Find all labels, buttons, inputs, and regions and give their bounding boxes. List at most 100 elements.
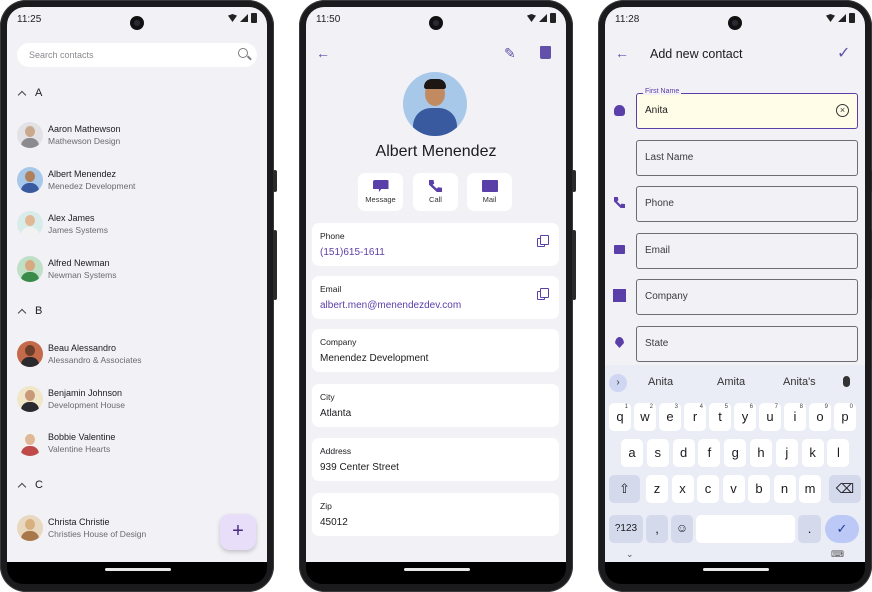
key-u[interactable]: u7 <box>759 403 781 431</box>
contact-item[interactable]: Beau Alessandro Alessandro & Associates <box>17 341 257 371</box>
shift-key[interactable]: ⇧ <box>609 475 640 503</box>
home-indicator[interactable] <box>404 568 470 571</box>
key-h[interactable]: h <box>750 439 772 467</box>
key-y[interactable]: y6 <box>734 403 756 431</box>
contact-company: Alessandro & Associates <box>48 355 142 365</box>
key-c[interactable]: c <box>697 475 719 503</box>
email-field[interactable]: Email <box>636 233 858 269</box>
message-button[interactable]: Message <box>358 173 403 211</box>
camera-cutout <box>429 16 443 30</box>
section-header-a[interactable]: A <box>17 87 42 99</box>
add-contact-screen: 11:28 ← Add new contact ✓ First Name Ani… <box>605 7 865 562</box>
copy-icon[interactable] <box>537 288 549 300</box>
key-o[interactable]: o9 <box>809 403 831 431</box>
contact-company: James Systems <box>48 225 108 235</box>
delete-icon[interactable] <box>540 46 551 59</box>
key-q[interactable]: q1 <box>609 403 631 431</box>
key-z[interactable]: z <box>646 475 668 503</box>
key-p[interactable]: p0 <box>834 403 856 431</box>
search-icon[interactable] <box>238 48 248 58</box>
expand-toolbar-icon[interactable]: › <box>609 374 627 392</box>
key-a[interactable]: a <box>621 439 643 467</box>
edit-icon[interactable]: ✎ <box>504 45 516 62</box>
email-value[interactable]: albert.men@menendezdev.com <box>320 300 461 311</box>
contact-item[interactable]: Bobbie Valentine Valentine Hearts <box>17 430 257 460</box>
key-k[interactable]: k <box>801 439 824 467</box>
suggestion-3[interactable]: Anita's <box>783 376 816 388</box>
key-n[interactable]: n <box>773 475 796 503</box>
symbols-key[interactable]: ?123 <box>609 515 643 543</box>
key-hint: 7 <box>774 404 778 410</box>
detail-label: Zip <box>320 501 332 511</box>
email-card[interactable]: Email albert.men@menendezdev.com <box>312 276 559 319</box>
key-hint: 9 <box>824 404 828 410</box>
contact-item[interactable]: Aaron Mathewson Mathewson Design <box>17 122 257 152</box>
contact-item[interactable]: Alfred Newman Newman Systems <box>17 256 257 286</box>
avatar <box>17 386 43 412</box>
page-title: Add new contact <box>650 47 743 61</box>
contact-item[interactable]: Benjamin Johnson Development House <box>17 386 257 416</box>
period-key[interactable]: . <box>798 515 821 543</box>
key-e[interactable]: e3 <box>659 403 681 431</box>
key-m[interactable]: m <box>799 475 821 503</box>
clear-icon[interactable]: × <box>836 104 849 117</box>
avatar <box>17 211 43 237</box>
section-header-c[interactable]: C <box>17 479 43 491</box>
key-l[interactable]: l <box>827 439 850 467</box>
enter-check-key[interactable]: ✓ <box>825 515 859 543</box>
status-time: 11:50 <box>316 14 341 25</box>
search-input[interactable]: Search contacts <box>17 43 257 67</box>
call-button[interactable]: Call <box>413 173 458 211</box>
key-i[interactable]: i8 <box>784 403 806 431</box>
company-field[interactable]: Company <box>636 279 858 315</box>
comma-key[interactable]: , <box>646 515 668 543</box>
key-d[interactable]: d <box>672 439 695 467</box>
key-s[interactable]: s <box>646 439 669 467</box>
status-time: 11:25 <box>17 14 42 25</box>
section-header-b[interactable]: B <box>17 305 42 317</box>
key-t[interactable]: t5 <box>709 403 731 431</box>
key-f[interactable]: f <box>698 439 721 467</box>
save-check-icon[interactable]: ✓ <box>837 43 850 63</box>
key-hint: 6 <box>749 404 753 410</box>
company-card: Company Menendez Development <box>312 329 559 372</box>
volume-button <box>572 170 576 192</box>
home-indicator[interactable] <box>105 568 171 571</box>
key-b[interactable]: b <box>748 475 770 503</box>
key-r[interactable]: r4 <box>684 403 706 431</box>
key-v[interactable]: v <box>722 475 745 503</box>
microphone-icon[interactable] <box>843 376 850 387</box>
copy-icon[interactable] <box>537 235 549 247</box>
phone-card[interactable]: Phone (151)615-1611 <box>312 223 559 266</box>
state-field[interactable]: State <box>636 326 858 362</box>
suggestion-1[interactable]: Anita <box>648 376 673 388</box>
hide-keyboard-icon[interactable]: ⌄ <box>626 549 634 560</box>
contact-item[interactable]: Alex James James Systems <box>17 211 257 241</box>
space-key[interactable] <box>696 515 795 543</box>
contact-company: Mathewson Design <box>48 136 121 146</box>
last-name-field[interactable]: Last Name <box>636 140 858 176</box>
phone-value[interactable]: (151)615-1611 <box>320 247 385 258</box>
key-x[interactable]: x <box>671 475 694 503</box>
contact-name: Alfred Newman <box>48 258 110 268</box>
back-arrow-icon[interactable]: ← <box>316 45 330 61</box>
backspace-key[interactable]: ⌫ <box>829 475 861 503</box>
suggestion-2[interactable]: Amita <box>717 376 745 388</box>
wifi-icon <box>826 14 835 22</box>
back-arrow-icon[interactable]: ← <box>615 45 629 61</box>
contact-item[interactable]: Albert Menendez Menedez Development <box>17 167 257 197</box>
key-hint: 1 <box>624 404 628 410</box>
mail-button[interactable]: Mail <box>467 173 512 211</box>
home-indicator[interactable] <box>703 568 769 571</box>
key-w[interactable]: w2 <box>634 403 656 431</box>
key-label: y <box>741 409 749 424</box>
keyboard-switch-icon[interactable]: ⌨ <box>831 549 844 560</box>
phone-field[interactable]: Phone <box>636 186 858 222</box>
last-name-placeholder: Last Name <box>645 152 694 163</box>
contact-name: Aaron Mathewson <box>48 124 121 134</box>
add-contact-button[interactable]: + <box>220 514 256 550</box>
emoji-key[interactable]: ☺ <box>671 515 693 543</box>
first-name-field[interactable]: First Name Anita × <box>636 88 858 129</box>
key-g[interactable]: g <box>724 439 747 467</box>
key-j[interactable]: j <box>775 439 798 467</box>
